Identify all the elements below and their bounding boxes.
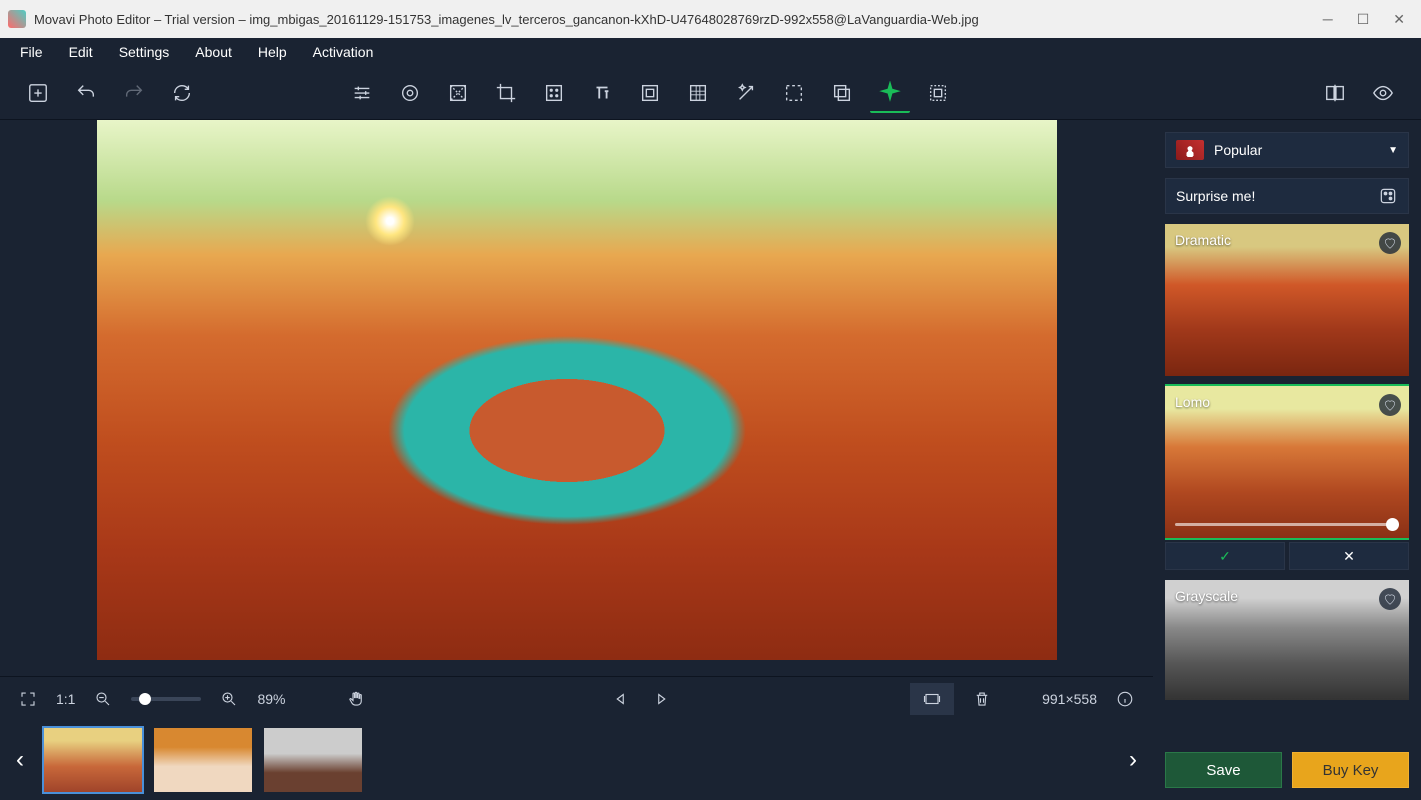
undo-button[interactable] — [66, 73, 106, 113]
canvas[interactable] — [0, 120, 1153, 676]
maximize-button[interactable]: ☐ — [1357, 11, 1370, 28]
main-image — [97, 120, 1057, 660]
copy-button[interactable] — [822, 73, 862, 113]
info-button[interactable] — [1109, 683, 1141, 715]
noise-button[interactable] — [534, 73, 574, 113]
effect-intensity-slider[interactable] — [1175, 523, 1399, 526]
menu-help[interactable]: Help — [246, 40, 299, 64]
remove-bg-button[interactable] — [438, 73, 478, 113]
surprise-me-button[interactable]: Surprise me! — [1165, 178, 1409, 214]
preview-button[interactable] — [1363, 73, 1403, 113]
save-button[interactable]: Save — [1165, 752, 1282, 788]
redo-button[interactable] — [114, 73, 154, 113]
effects-button[interactable] — [870, 73, 910, 113]
dice-icon — [1378, 186, 1398, 206]
effects-sidebar: Popular ▼ Surprise me! Dramatic Lomo ✓ ✕ — [1153, 120, 1421, 800]
close-button[interactable]: ✕ — [1393, 11, 1405, 28]
thumbnail-3[interactable] — [264, 728, 362, 792]
zoom-percent: 89% — [257, 691, 285, 707]
fullscreen-button[interactable] — [12, 683, 44, 715]
bottom-bar: 1:1 89% 991×558 — [0, 676, 1153, 720]
favorite-button[interactable] — [1379, 588, 1401, 610]
texture-button[interactable] — [678, 73, 718, 113]
apply-effect-button[interactable]: ✓ — [1165, 542, 1285, 570]
menu-edit[interactable]: Edit — [57, 40, 105, 64]
favorite-button[interactable] — [1379, 394, 1401, 416]
delete-button[interactable] — [966, 683, 998, 715]
effect-dramatic[interactable]: Dramatic — [1165, 224, 1409, 376]
retouch-button[interactable] — [390, 73, 430, 113]
compare-button[interactable] — [1315, 73, 1355, 113]
menu-activation[interactable]: Activation — [301, 40, 386, 64]
menubar: File Edit Settings About Help Activation — [0, 38, 1421, 66]
zoom-in-button[interactable] — [213, 683, 245, 715]
zoom-ratio[interactable]: 1:1 — [56, 691, 75, 707]
text-button[interactable] — [582, 73, 622, 113]
cancel-effect-button[interactable]: ✕ — [1289, 542, 1409, 570]
next-button[interactable] — [645, 683, 677, 715]
add-image-button[interactable] — [18, 73, 58, 113]
adjust-button[interactable] — [342, 73, 382, 113]
menu-file[interactable]: File — [8, 40, 55, 64]
titlebar: Movavi Photo Editor – Trial version – im… — [0, 0, 1421, 38]
window-title: Movavi Photo Editor – Trial version – im… — [34, 12, 1323, 27]
hand-tool-button[interactable] — [340, 683, 372, 715]
menu-about[interactable]: About — [183, 40, 244, 64]
selection-button[interactable] — [774, 73, 814, 113]
thumbnail-2[interactable] — [154, 728, 252, 792]
chevron-down-icon: ▼ — [1388, 145, 1398, 156]
zoom-slider[interactable] — [131, 697, 201, 701]
fire-icon — [1176, 140, 1204, 160]
minimize-button[interactable]: ─ — [1323, 11, 1333, 28]
zoom-out-button[interactable] — [87, 683, 119, 715]
image-dimensions: 991×558 — [1042, 691, 1097, 707]
gallery-selected-icon[interactable] — [910, 683, 954, 715]
buy-key-button[interactable]: Buy Key — [1292, 752, 1409, 788]
resize-button[interactable] — [918, 73, 958, 113]
prev-button[interactable] — [605, 683, 637, 715]
reset-button[interactable] — [162, 73, 202, 113]
effect-grayscale[interactable]: Grayscale — [1165, 580, 1409, 700]
favorite-button[interactable] — [1379, 232, 1401, 254]
thumbnail-1[interactable] — [44, 728, 142, 792]
thumb-next-button[interactable]: › — [1121, 730, 1145, 790]
thumbnail-strip: ‹ › — [0, 720, 1153, 800]
effect-lomo[interactable]: Lomo — [1165, 386, 1409, 538]
crop-button[interactable] — [486, 73, 526, 113]
frame-button[interactable] — [630, 73, 670, 113]
app-icon — [8, 10, 26, 28]
thumb-prev-button[interactable]: ‹ — [8, 730, 32, 790]
menu-settings[interactable]: Settings — [107, 40, 182, 64]
category-label: Popular — [1214, 142, 1388, 158]
effect-category-dropdown[interactable]: Popular ▼ — [1165, 132, 1409, 168]
magic-enhance-button[interactable] — [726, 73, 766, 113]
toolbar — [0, 66, 1421, 120]
